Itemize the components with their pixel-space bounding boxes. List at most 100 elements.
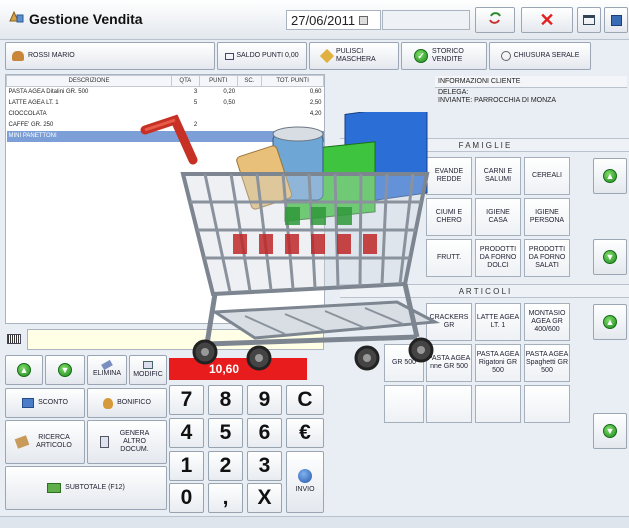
col-sc[interactable]: SC. <box>236 75 263 87</box>
famiglia-igiene-casa[interactable]: IGIENE CASA <box>475 198 521 236</box>
table-row[interactable]: PASTA AGEA Ditalini GR. 500 3 0,20 0,60 <box>7 87 324 98</box>
ricerca-articolo-button[interactable]: RICERCA ARTICOLO <box>5 420 85 464</box>
articoli-down-button[interactable]: ▼ <box>593 413 627 449</box>
articolo-latte[interactable]: LATTE AGEA LT. 1 <box>475 303 521 341</box>
save-icon <box>610 14 622 26</box>
users-icon <box>12 51 24 61</box>
customer-name: ROSSI MARIO <box>28 51 75 59</box>
famiglia-forno-salati[interactable]: PRODOTTI DA FORNO SALATI <box>524 239 570 277</box>
scroll-up-button[interactable]: ▲ <box>5 355 43 385</box>
table-cell: LATTE AGEA LT. 1 <box>8 100 59 106</box>
genera-documento-button[interactable]: GENERA ALTRO DOCUM. <box>87 420 167 464</box>
storico-label: STORICO VENDITE <box>432 47 464 63</box>
refresh-button[interactable] <box>475 7 515 33</box>
chiusura-button[interactable]: CHIUSURA SERALE <box>489 42 591 70</box>
date-extra-field <box>382 10 470 30</box>
arrow-up-icon: ▲ <box>603 169 617 183</box>
key-6[interactable]: 6 <box>247 418 282 448</box>
key-8[interactable]: 8 <box>208 385 243 415</box>
folder-icon <box>225 52 235 60</box>
invio-label: INVIO <box>295 486 315 494</box>
key-7[interactable]: 7 <box>169 385 204 415</box>
col-descrizione[interactable]: DESCRIZIONE <box>6 75 172 87</box>
famiglia-label: PRODOTTI DA FORNO DOLCI <box>479 246 517 269</box>
info-title: INFORMAZIONI CLIENTE <box>435 76 627 88</box>
key-x[interactable]: X <box>247 483 282 513</box>
save-button[interactable] <box>604 7 628 33</box>
key-3[interactable]: 3 <box>247 451 282 481</box>
date-value: 27/06/2011 <box>291 12 356 28</box>
col-tot-punti[interactable]: TOT. PUNTI <box>261 75 324 87</box>
sconto-button[interactable]: SCONTO <box>5 388 85 418</box>
calendar-icon[interactable] <box>359 15 369 25</box>
famiglia-label: IGIENE CASA <box>486 209 510 224</box>
articolo-empty-2[interactable] <box>426 385 472 423</box>
window-button[interactable] <box>577 7 601 33</box>
famiglie-up-button[interactable]: ▲ <box>593 158 627 194</box>
table-header-row: DESCRIZIONE QTA PUNTI SC. TOT. PUNTI <box>6 75 324 87</box>
key-comma[interactable]: , <box>208 483 243 513</box>
famiglia-label: PRODOTTI DA FORNO SALATI <box>528 246 566 269</box>
close-button[interactable]: ✕ <box>521 7 573 33</box>
refresh-icon <box>488 11 502 28</box>
shopping-cart-image <box>135 102 455 372</box>
articolo-empty-3[interactable] <box>475 385 521 423</box>
articolo-label: MONTASIO AGEA GR 400/600 <box>528 310 566 333</box>
arrow-down-icon: ▼ <box>58 363 72 377</box>
cash-icon <box>47 483 62 493</box>
app-logo-icon <box>8 9 24 25</box>
famiglie-down-button[interactable]: ▼ <box>593 239 627 275</box>
info-delega: DELEGA: <box>438 89 469 96</box>
genera-label: GENERA ALTRO DOCUM. <box>119 429 150 454</box>
key-0[interactable]: 0 <box>169 483 204 513</box>
key-2[interactable]: 2 <box>208 451 243 481</box>
subtotale-button[interactable]: SUBTOTALE (F12) <box>5 466 167 510</box>
articolo-label: LATTE AGEA LT. 1 <box>476 314 520 329</box>
info-inviante: INVIANTE: PARROCCHIA DI MONZA <box>438 97 557 104</box>
articolo-empty-4[interactable] <box>524 385 570 423</box>
storico-button[interactable]: ✓ STORICO VENDITE <box>401 42 487 70</box>
invio-button[interactable]: INVIO <box>286 451 324 513</box>
elimina-button[interactable]: ELIMINA <box>87 355 127 385</box>
bonifico-button[interactable]: BONIFICO <box>87 388 167 418</box>
pulisci-button[interactable]: PULISCI MASCHERA <box>309 42 399 70</box>
table-cell <box>237 98 262 109</box>
famiglia-cereali[interactable]: CEREALI <box>524 157 570 195</box>
famiglia-carni[interactable]: CARNI E SALUMI <box>475 157 521 195</box>
date-field[interactable]: 27/06/2011 <box>286 10 381 30</box>
key-euro[interactable]: € <box>286 418 324 448</box>
scroll-down-button[interactable]: ▼ <box>45 355 85 385</box>
articolo-pasta-rigatoni[interactable]: PASTA AGEA Rigatoni GR 500 <box>475 344 521 382</box>
pulisci-label: PULISCI MASCHERA <box>336 47 376 63</box>
enter-icon <box>298 469 312 484</box>
table-row[interactable]: LATTE AGEA LT. 1 5 0,50 2,50 <box>7 98 324 109</box>
famiglie-title: F A M I G L I E <box>458 141 511 150</box>
articolo-montasio[interactable]: MONTASIO AGEA GR 400/600 <box>524 303 570 341</box>
status-bar <box>0 516 629 528</box>
eraser-icon <box>101 359 113 371</box>
key-4[interactable]: 4 <box>169 418 204 448</box>
articolo-empty-1[interactable] <box>384 385 424 423</box>
col-qta[interactable]: QTA <box>171 75 200 87</box>
articolo-pasta-spaghetti[interactable]: PASTA AGEA Spaghetti GR 500 <box>524 344 570 382</box>
key-9[interactable]: 9 <box>247 385 282 415</box>
famiglia-forno-dolci[interactable]: PRODOTTI DA FORNO DOLCI <box>475 239 521 277</box>
table-cell: 5 <box>193 100 198 106</box>
key-clear[interactable]: C <box>286 385 324 415</box>
col-punti[interactable]: PUNTI <box>198 75 238 87</box>
table-cell: 0,60 <box>309 89 322 96</box>
famiglia-igiene-persona[interactable]: IGIENE PERSONA <box>524 198 570 236</box>
articoli-up-button[interactable]: ▲ <box>593 304 627 340</box>
key-5[interactable]: 5 <box>208 418 243 448</box>
key-1[interactable]: 1 <box>169 451 204 481</box>
famiglia-label: CARNI E SALUMI <box>483 168 513 183</box>
table-cell: 2,50 <box>309 100 322 106</box>
saldo-label: SALDO PUNTI 0,00 <box>236 51 299 59</box>
saldo-punti-button[interactable]: SALDO PUNTI 0,00 <box>217 42 307 70</box>
bonifico-label: BONIFICO <box>117 398 151 406</box>
customer-button[interactable]: ROSSI MARIO <box>5 42 215 70</box>
arrow-down-icon: ▼ <box>603 424 617 438</box>
chiusura-icon <box>500 51 511 61</box>
search-tag-icon <box>14 435 30 449</box>
famiglia-label: IGIENE PERSONA <box>529 209 565 224</box>
